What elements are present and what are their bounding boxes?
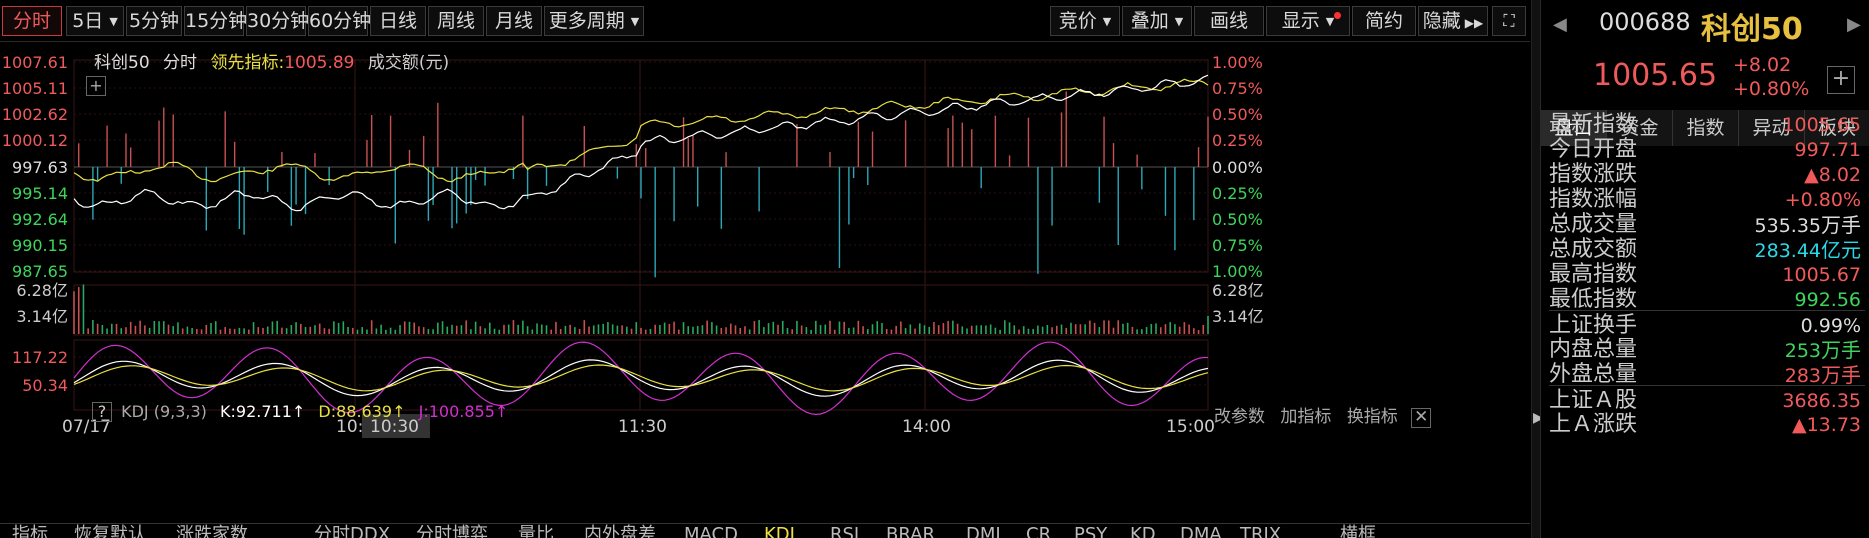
indicator-tab[interactable]: KDJ [764,524,795,538]
time-axis-label: 14:00 [902,417,951,437]
help-icon[interactable]: ? [92,402,112,422]
legend-lead-label: 领先指标: [210,53,285,73]
pct-axis-label: 0.25% [1212,184,1263,203]
quote-value: ▲13.73 [1791,414,1861,436]
price-axis-label: 1007.61 [2,53,68,72]
volume-axis-label: 6.28亿 [1212,281,1264,300]
next-arrow-icon[interactable]: ▶ [1847,14,1861,35]
quote-label: 内盘总量 [1549,337,1638,362]
pct-axis-label: 1.00% [1212,53,1263,72]
indicator-tab[interactable]: PSY [1074,524,1107,538]
change-params-button[interactable]: 改参数 [1214,407,1265,427]
kdj-name: KDJ [121,402,149,421]
chart-legend: 科创50 分时 领先指标:1005.89 成交额(元) [94,48,449,73]
price-axis-label: 987.65 [12,262,68,281]
kdj-frame [73,339,1209,411]
legend-volume-label: 成交额(元) [367,53,450,73]
pct-axis-label: 0.50% [1212,210,1263,229]
kdj-j-value: J:100.855↑ [418,402,509,421]
pct-axis-label: 1.00% [1212,262,1263,281]
price-change-pct: +0.80% [1733,78,1810,100]
kdj-params: (9,3,3) [153,402,207,421]
indicator-tab[interactable]: KD [1130,524,1156,538]
indicator-tab[interactable]: 内外盘差 [584,524,656,538]
indicator-tab[interactable]: 恢复默认 [74,524,146,538]
indicator-tab[interactable]: 指标 [12,524,48,538]
quote-label: 上Ａ涨跌 [1549,412,1638,437]
current-price: 1005.65 [1593,58,1718,93]
pct-axis-label: 0.25% [1212,131,1263,150]
quote-label: 指数涨幅 [1549,187,1638,212]
time-axis-label: 15:00 [1166,417,1215,437]
indicator-tab[interactable]: 横框 [1340,524,1376,538]
price-axis-label: 997.63 [12,158,68,177]
quote-label: 总成交量 [1549,212,1638,237]
kdj-d-value: D:88.639↑ [318,402,406,421]
indicator-tab[interactable]: CR [1026,524,1051,538]
pct-axis-label: 0.00% [1212,158,1263,177]
legend-lead-value: 1005.89 [284,53,355,73]
indicator-tab[interactable]: TRIX [1240,524,1281,538]
switch-indicator-button[interactable]: 换指标 [1347,407,1398,427]
indicator-tab[interactable]: MACD [684,524,738,538]
app-root: 分时 5日 ▼ 5分钟 15分钟 30分钟 60分钟 日线 周线 月线 更多周期 ▼… [0,0,1869,538]
indicator-tab[interactable]: BRAR [886,524,935,538]
lead-indicator-line [73,78,1209,183]
intraday-chart: 1007.61 1005.11 1002.62 1000.12 997.63 995.14… [2,53,1264,438]
indicator-tab[interactable]: RSI [830,524,859,538]
prev-arrow-icon[interactable]: ◀ [1553,14,1567,35]
pct-axis-label: 0.75% [1212,236,1263,255]
quote-row: 上Ａ涨跌 ▲13.73 [1549,410,1865,440]
quote-label: 指数涨跌 [1549,162,1638,187]
price-axis-label: 990.15 [12,236,68,255]
quote-label: 最新指数 [1549,112,1638,137]
price-axis-label: 1000.12 [2,131,68,150]
price-axis-label: 1005.11 [2,79,68,98]
quote-label: 最低指数 [1549,287,1638,312]
indicator-tab[interactable]: DMI [966,524,1001,538]
indicator-tab[interactable]: 分时博弈 [416,524,488,538]
add-indicator-button[interactable]: 加指标 [1280,407,1331,427]
indicator-tab[interactable]: 量比 [518,524,554,538]
price-axis-label: 1002.62 [2,105,68,124]
add-watchlist-icon[interactable]: + [1827,66,1855,94]
time-axis-label: 11:30 [618,417,667,437]
volume-axis-label: 3.14亿 [16,307,68,326]
indicator-tab[interactable]: 涨跌家数 [176,524,248,538]
price-axis-label: 992.64 [12,210,68,229]
security-code: 000688 [1599,8,1691,36]
volume-axis-label: 3.14亿 [1212,307,1264,326]
kdj-actions: 改参数 加指标 换指标 ✕ [1214,402,1432,428]
security-name: 科创50 [1701,12,1803,47]
pct-axis-label: 0.75% [1212,79,1263,98]
quote-label: 外盘总量 [1549,362,1638,387]
volume-axis-label: 6.28亿 [16,281,68,300]
kdj-header: ? KDJ (9,3,3) K:92.711↑ D:88.639↑ J:100.… [92,402,508,422]
quote-label: 最高指数 [1549,262,1638,287]
quote-label: 总成交额 [1549,237,1638,262]
kdj-axis-label: 117.22 [12,348,68,367]
indicator-tabs: 指标 恢复默认 涨跌家数 分时DDX 分时博弈 量比 内外盘差 MACD KDJ RSI BRAR D… [0,523,1530,538]
kdj-axis-label: 50.34 [22,376,68,395]
panel-splitter[interactable]: ▶ [1531,0,1544,538]
add-icon[interactable]: + [86,76,106,96]
indicator-tab[interactable]: DMA [1180,524,1222,538]
pct-axis-label: 0.50% [1212,105,1263,124]
price-change: +8.02 [1733,54,1792,76]
price-axis-label: 995.14 [12,184,68,203]
quote-label: 今日开盘 [1549,137,1638,162]
kdj-d-line [73,364,1209,392]
quote-panel: ◀ ▶ 000688 科创50 1005.65 +8.02 +0.80% + 盘… [1540,0,1869,538]
kdj-k-value: K:92.711↑ [220,402,306,421]
close-icon[interactable]: ✕ [1411,408,1432,428]
indicator-tab[interactable]: 分时DDX [314,524,390,538]
legend-name: 科创50 [94,53,150,73]
legend-mode: 分时 [163,53,198,73]
